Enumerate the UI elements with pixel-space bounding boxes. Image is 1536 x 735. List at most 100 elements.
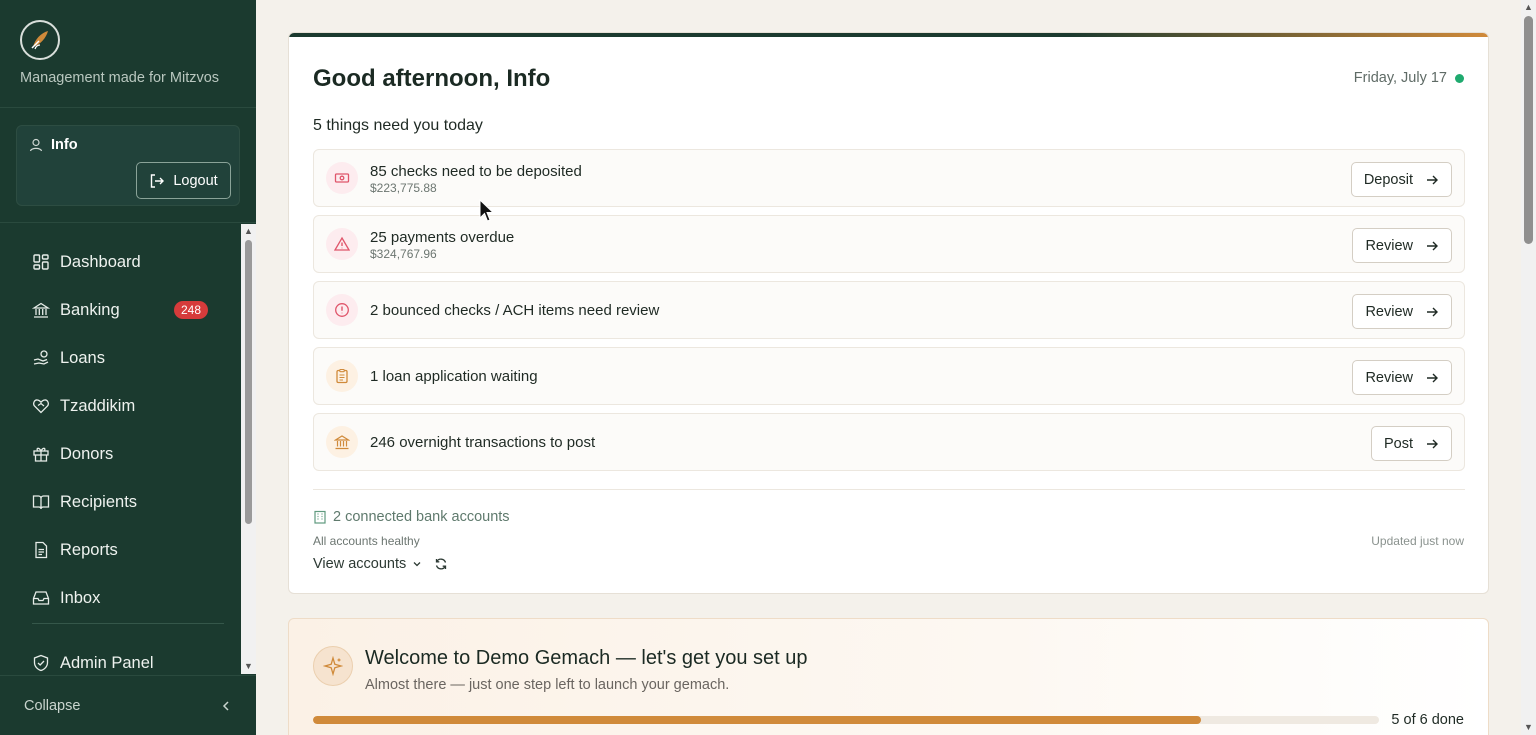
sidebar-nav: Dashboard Banking 248 Loans Tzaddikim Do…	[0, 224, 241, 674]
alert-triangle-icon	[326, 228, 358, 260]
sidebar-item-inbox[interactable]: Inbox	[16, 578, 224, 618]
banking-count-badge: 248	[173, 301, 208, 319]
button-label: Review	[1365, 303, 1413, 320]
hand-coins-icon	[33, 350, 49, 365]
view-accounts-label: View accounts	[313, 556, 407, 572]
user-card: Info Logout	[16, 125, 240, 206]
logout-icon	[151, 173, 165, 188]
chevron-down-icon	[413, 562, 421, 567]
arrow-right-icon	[1427, 241, 1438, 250]
user-name-label: Info	[51, 137, 78, 153]
nav-divider	[32, 623, 224, 624]
task-title: 246 overnight transactions to post	[370, 434, 596, 451]
connected-accounts-label: 2 connected bank accounts	[333, 509, 510, 525]
sidebar-scrollbar[interactable]: ▲ ▼	[241, 224, 256, 674]
arrow-right-icon	[1427, 373, 1438, 382]
today-card: Good afternoon, Info Friday, July 17 5 t…	[288, 32, 1489, 594]
accounts-status: All accounts healthy	[313, 534, 420, 548]
logout-button[interactable]: Logout	[136, 162, 231, 199]
sidebar-item-label: Admin Panel	[60, 653, 154, 672]
task-row[interactable]: 2 bounced checks / ACH items need review…	[313, 281, 1465, 339]
sidebar-item-label: Reports	[60, 540, 118, 559]
sidebar-item-label: Recipients	[60, 492, 138, 511]
shield-check-icon	[33, 654, 49, 672]
status-dot-icon	[1455, 73, 1464, 83]
sidebar-item-recipients[interactable]: Recipients	[16, 482, 224, 522]
setup-progress-label: 5 of 6 done	[1391, 712, 1464, 728]
sidebar-item-loans[interactable]: Loans	[16, 338, 224, 378]
divider	[0, 222, 256, 223]
task-row[interactable]: 246 overnight transactions to post Post	[313, 413, 1465, 471]
arrow-right-icon	[1427, 307, 1438, 316]
date-label: Friday, July 17	[1353, 70, 1447, 86]
sidebar-scroll-thumb[interactable]	[245, 240, 252, 524]
task-title: 25 payments overdue	[370, 229, 515, 246]
collapse-button[interactable]: Collapse	[0, 675, 256, 735]
tagline: Management made for Mitzvos	[20, 70, 220, 86]
setup-subtitle: Almost there — just one step left to lau…	[365, 677, 730, 693]
card-accent-bar	[289, 33, 1488, 37]
sidebar-item-label: Inbox	[60, 588, 101, 607]
review-button[interactable]: Review	[1352, 294, 1452, 329]
divider	[313, 489, 1465, 490]
setup-title: Welcome to Demo Gemach — let's get you s…	[365, 647, 808, 669]
button-label: Review	[1365, 237, 1413, 254]
logo-icon[interactable]	[20, 20, 60, 60]
post-button[interactable]: Post	[1370, 426, 1452, 461]
review-button[interactable]: Review	[1352, 360, 1452, 395]
sidebar-item-dashboard[interactable]: Dashboard	[16, 242, 224, 282]
refresh-icon[interactable]	[434, 557, 448, 571]
clipboard-icon	[326, 360, 358, 392]
page-scroll-thumb[interactable]	[1524, 16, 1533, 244]
chevron-left-icon	[222, 700, 229, 711]
sidebar: Management made for Mitzvos Info Logout …	[0, 0, 256, 735]
sidebar-item-banking[interactable]: Banking 248	[16, 290, 224, 330]
sparkles-icon	[313, 646, 353, 686]
page-scrollbar[interactable]: ▲ ▼	[1521, 0, 1536, 735]
bank-icon	[326, 426, 358, 458]
user-icon	[29, 138, 43, 152]
sidebar-item-label: Loans	[60, 348, 105, 367]
tasks-count: 5 things need you today	[313, 117, 483, 134]
button-label: Deposit	[1363, 171, 1413, 188]
arrow-right-icon	[1427, 175, 1438, 184]
arrow-right-icon	[1427, 439, 1438, 448]
mouse-cursor-icon	[479, 199, 495, 222]
sidebar-item-tzaddikim[interactable]: Tzaddikim	[16, 386, 224, 426]
deposit-button[interactable]: Deposit	[1350, 162, 1452, 197]
date-indicator: Friday, July 17	[1354, 70, 1464, 86]
scroll-up-icon[interactable]: ▲	[1524, 2, 1533, 12]
task-row[interactable]: 25 payments overdue $324,767.96 Review	[313, 215, 1465, 273]
collapse-label: Collapse	[24, 697, 81, 714]
bank-icon	[32, 302, 50, 318]
heart-handshake-icon	[33, 399, 49, 414]
sidebar-item-admin-panel[interactable]: Admin Panel	[16, 643, 224, 674]
updated-timestamp: Updated just now	[1371, 534, 1464, 548]
building-icon	[314, 510, 326, 524]
review-button[interactable]: Review	[1352, 228, 1452, 263]
scroll-down-icon[interactable]: ▼	[1524, 722, 1533, 732]
user-name: Info	[29, 137, 78, 153]
setup-card: Welcome to Demo Gemach — let's get you s…	[288, 618, 1489, 735]
sidebar-item-label: Tzaddikim	[60, 396, 136, 415]
setup-progress-fill	[313, 716, 1202, 724]
task-title: 2 bounced checks / ACH items need review	[370, 302, 660, 319]
brand: Management made for Mitzvos	[0, 0, 256, 108]
scroll-down-icon[interactable]: ▼	[244, 661, 253, 671]
connected-accounts: 2 connected bank accounts	[313, 509, 510, 525]
alert-circle-icon	[326, 294, 358, 326]
task-title: 85 checks need to be deposited	[370, 163, 582, 180]
book-open-icon	[32, 495, 50, 510]
dashboard-icon	[33, 254, 49, 270]
logout-label: Logout	[173, 172, 218, 189]
scroll-up-icon[interactable]: ▲	[244, 226, 253, 236]
sidebar-item-reports[interactable]: Reports	[16, 530, 224, 570]
page-title: Good afternoon, Info	[313, 65, 551, 92]
task-row[interactable]: 1 loan application waiting Review	[313, 347, 1465, 405]
sidebar-item-label: Banking	[60, 300, 120, 319]
sidebar-item-donors[interactable]: Donors	[16, 434, 224, 474]
banknote-icon	[326, 162, 358, 194]
task-amount: $223,775.88	[370, 181, 437, 195]
view-accounts-toggle[interactable]: View accounts	[313, 556, 448, 572]
file-text-icon	[35, 541, 48, 559]
